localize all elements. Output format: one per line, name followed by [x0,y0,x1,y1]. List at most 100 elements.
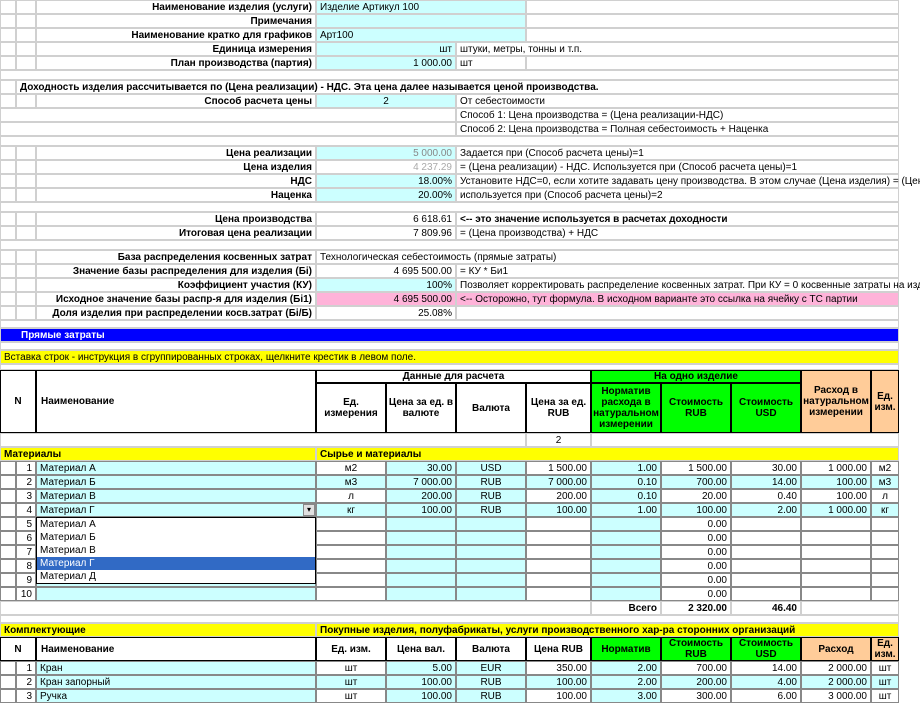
label-bi: Значение базы распределения для изделия … [36,264,316,278]
method2-text: Способ 2: Цена производства = Полная себ… [456,122,899,136]
method1-text: Способ 1: Цена производства = (Цена реал… [456,108,899,122]
method-name: От себестоимости [456,94,899,108]
insert-hint: Вставка строк - инструкция в сгруппирова… [0,350,899,364]
cell-name[interactable]: Кран запорный [36,675,316,689]
cell-name[interactable]: Ручка [36,689,316,703]
th-per-unit: На одно изделие [591,370,801,383]
label-share: Доля изделия при распределении косв.затр… [36,306,316,320]
cell-plan[interactable]: 1 000.00 [316,56,456,70]
table-row: 2 Материал Б м3 7 000.00 RUB 7 000.00 0.… [0,475,920,489]
cell-bi: 4 695 500.00 [316,264,456,278]
th2-crub: Стоимость RUB [661,637,731,661]
profit-header: Доходность изделия рассчитывается по (Це… [16,80,899,94]
th2-expense: Расход [801,637,871,661]
dropdown-item[interactable]: Материал Д [37,570,315,583]
material-dropdown[interactable]: Материал АМатериал БМатериал ВМатериал Г… [36,517,316,584]
th2-cusd: Стоимость USD [731,637,801,661]
th-cost-usd: Стоимость USD [731,383,801,433]
total-usd: 46.40 [731,601,801,615]
th-unit2: Ед. изм. [871,370,899,433]
section-materials-sub: Сырье и материалы [316,447,899,461]
label-short: Наименование кратко для графиков [36,28,316,42]
cell-share: 25.08% [316,306,456,320]
cell-note[interactable] [316,14,526,28]
table-row: 1 Материал А м2 30.00 USD 1 500.00 1.00 … [0,461,920,475]
idx2: 2 [526,433,591,447]
dropdown-item[interactable]: Материал А [37,518,315,531]
th-n: N [0,370,36,433]
hint-bi1: <-- Осторожно, тут формула. В исходном в… [456,292,899,306]
cell-name[interactable]: Материал Б [36,475,316,489]
th2-norm: Норматив [591,637,661,661]
label-prod-price: Цена производства [36,212,316,226]
cell-bi1[interactable]: 4 695 500.00 [316,292,456,306]
cell-final-price: 7 809.96 [316,226,456,240]
cell-vat[interactable]: 18.00% [316,174,456,188]
label-unit: Единица измерения [36,42,316,56]
label-sale-price: Цена реализации [36,146,316,160]
dropdown-item[interactable]: Материал В [37,544,315,557]
th2-name: Наименование [36,637,316,661]
dropdown-item[interactable]: Материал Б [37,531,315,544]
dropdown-icon[interactable]: ▾ [303,504,315,516]
hint-final-price: = (Цена производства) + НДС [456,226,899,240]
cell-ku[interactable]: 100% [316,278,456,292]
cell-indirect-base: Технологическая себестоимость (прямые за… [316,250,899,264]
dropdown-item[interactable]: Материал Г [37,557,315,570]
section-components: Комплектующие [0,623,316,637]
cell-name[interactable]: Материал Г▾ [36,503,316,517]
cell-sale-price[interactable]: 5 000.00 [316,146,456,160]
th2-price-cur: Цена вал. [386,637,456,661]
table-row: 1 Кран шт 5.00 EUR 350.00 2.00 700.00 14… [0,661,920,675]
label-final-price: Итоговая цена реализации [36,226,316,240]
th-unit: Ед. измерения [316,383,386,433]
cell-markup[interactable]: 20.00% [316,188,456,202]
cell-method[interactable]: 2 [316,94,456,108]
th2-unit: Ед. изм. [316,637,386,661]
section-components-sub: Покупные изделия, полуфабрикаты, услуги … [316,623,899,637]
cell-unit[interactable]: шт [316,42,456,56]
th2-unit2: Ед. изм. [871,637,899,661]
table-row: 3 Материал В л 200.00 RUB 200.00 0.10 20… [0,489,920,503]
hint-sale-price: Задается при (Способ расчета цены)=1 [456,146,899,160]
section-materials: Материалы [0,447,316,461]
cell-prod-price: 6 618.61 [316,212,456,226]
cell-short[interactable]: Арт100 [316,28,526,42]
th-norm: Норматив расхода в натуральном измерении [591,383,661,433]
hint-markup: используется при (Способ расчета цены)=2 [456,188,899,202]
total-rub: 2 320.00 [661,601,731,615]
hint-unit: штуки, метры, тонны и т.п. [456,42,899,56]
hint-item-price: = (Цена реализации) - НДС. Используется … [456,160,899,174]
th2-n: N [0,637,36,661]
label-product-name: Наименование изделия (услуги) [36,0,316,14]
th-price-rub: Цена за ед. RUB [526,383,591,433]
label-indirect-base: База распределения косвенных затрат [36,250,316,264]
cell-name[interactable]: Кран [36,661,316,675]
th-currency: Валюта [456,383,526,433]
label-item-price: Цена изделия [36,160,316,174]
cell-name[interactable]: Материал А [36,461,316,475]
th-calc-data: Данные для расчета [316,370,591,383]
table-row: 2 Кран запорный шт 100.00 RUB 100.00 2.0… [0,675,920,689]
label-vat: НДС [36,174,316,188]
hint-bi: = КУ * Би1 [456,264,899,278]
label-plan: План производства (партия) [36,56,316,70]
th2-currency: Валюта [456,637,526,661]
cell-name[interactable]: Материал В [36,489,316,503]
th-price-cur: Цена за ед. в валюте [386,383,456,433]
label-method: Способ расчета цены [36,94,316,108]
total-label: Всего [591,601,661,615]
th-name: Наименование [36,370,316,433]
label-markup: Наценка [36,188,316,202]
hint-vat: Установите НДС=0, если хотите задавать ц… [456,174,899,188]
hint-ku: Позволяет корректировать распределение к… [456,278,899,292]
table-row: 4 Материал Г▾ кг 100.00 RUB 100.00 1.00 … [0,503,920,517]
label-ku: Коэффициент участия (КУ) [36,278,316,292]
cell-product-name[interactable]: Изделие Артикул 100 [316,0,526,14]
th-cost-rub: Стоимость RUB [661,383,731,433]
spreadsheet-grid: Наименование изделия (услуги) Изделие Ар… [0,0,920,461]
table-row: 10 0.00 [0,587,920,601]
section-direct-costs: Прямые затраты [0,328,899,342]
label-bi1: Исходное значение базы распр-я для издел… [36,292,316,306]
th-expense: Расход в натуральном измерении [801,370,871,433]
